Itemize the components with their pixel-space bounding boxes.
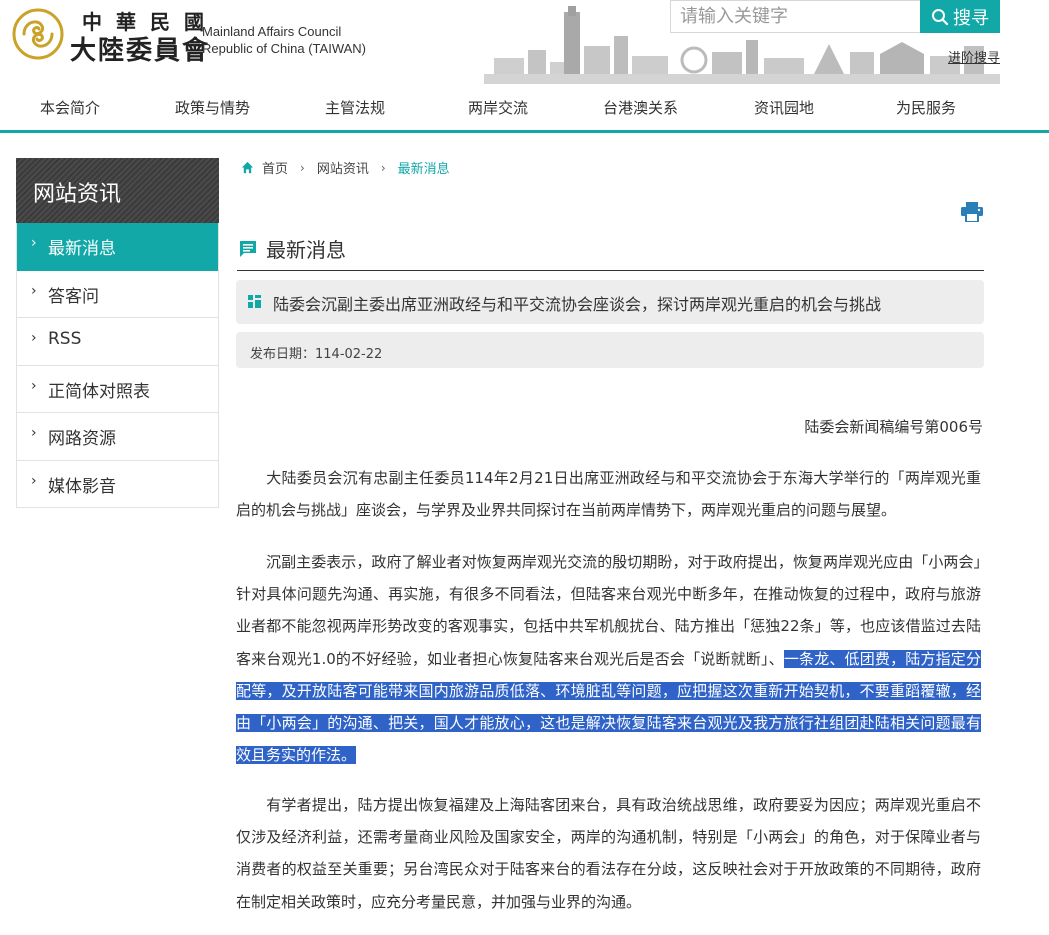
sidebar: 网站资讯 › 最新消息 › 答客问 › RSS › 正简体对照表 › 网路资源 … — [16, 158, 219, 508]
sidebar-item-character-table[interactable]: › 正简体对照表 — [17, 365, 218, 413]
sidebar-item-rss[interactable]: › RSS — [17, 318, 218, 366]
council-emblem-icon — [12, 8, 64, 60]
chevron-right-icon: › — [31, 472, 37, 489]
nav-divider — [0, 130, 1049, 133]
sidebar-item-faq[interactable]: › 答客问 — [17, 270, 218, 318]
page-title-text: 最新消息 — [266, 238, 346, 262]
chevron-right-icon: › — [31, 377, 37, 394]
site-logo[interactable]: 中華民國 大陸委員會 Mainland Affairs Council Repu… — [10, 4, 390, 66]
article-paragraph-1: 大陆委员会沉有忠副主任委员114年2月21日出席亚洲政经与和平交流协会于东海大学… — [236, 462, 981, 526]
chevron-right-icon: › — [31, 282, 37, 299]
breadcrumb: 首页 › 网站资讯 › 最新消息 — [241, 158, 450, 177]
grid-icon — [248, 295, 261, 308]
article-headline: 陆委会沉副主委出席亚洲政经与和平交流协会座谈会，探讨两岸观光重启的机会与挑战 — [236, 280, 984, 324]
nav-item-exchanges[interactable]: 两岸交流 — [468, 97, 528, 118]
sidebar-item-label: 最新消息 — [48, 239, 116, 259]
logo-english-country: Republic of China (TAIWAN) — [202, 41, 366, 56]
logo-english-name: Mainland Affairs Council — [202, 24, 342, 39]
breadcrumb-separator: › — [300, 160, 305, 175]
main-navigation: 本会简介 政策与情势 主管法规 两岸交流 台港澳关系 资讯园地 为民服务 — [0, 83, 1049, 133]
nav-item-hk-macao[interactable]: 台港澳关系 — [603, 97, 678, 118]
sidebar-item-label: 网路资源 — [48, 429, 116, 449]
search-button[interactable]: 搜寻 — [920, 0, 1000, 33]
sidebar-item-label: 答客问 — [48, 286, 99, 307]
nav-item-regulations[interactable]: 主管法规 — [325, 97, 385, 118]
nav-item-about[interactable]: 本会简介 — [40, 97, 100, 118]
breadcrumb-level1[interactable]: 网站资讯 — [317, 158, 369, 177]
message-icon — [240, 240, 256, 257]
article-headline-text: 陆委会沉副主委出席亚洲政经与和平交流协会座谈会，探讨两岸观光重启的机会与挑战 — [273, 295, 882, 314]
sidebar-item-media[interactable]: › 媒体影音 — [17, 460, 218, 508]
breadcrumb-current[interactable]: 最新消息 — [398, 158, 450, 177]
sidebar-item-news[interactable]: › 最新消息 — [17, 223, 218, 271]
nav-item-services[interactable]: 为民服务 — [896, 97, 956, 118]
nav-item-info[interactable]: 资讯园地 — [754, 97, 814, 118]
article-paragraph-2: 沉副主委表示，政府了解业者对恢复两岸观光交流的殷切期盼，对于政府提出，恢复两岸观… — [236, 546, 981, 771]
search-bar: 搜寻 — [670, 0, 1000, 33]
breadcrumb-home[interactable]: 首页 — [262, 158, 288, 177]
logo-chinese-name: 大陸委員會 — [70, 36, 211, 66]
paragraph-text: 有学者提出，陆方提出恢复福建及上海陆客团来台，具有政治统战思维，政府要妥为因应；… — [236, 796, 981, 911]
sidebar-item-label: RSS — [48, 329, 82, 349]
paragraph-text: 大陆委员会沉有忠副主任委员114年2月21日出席亚洲政经与和平交流协会于东海大学… — [236, 469, 981, 520]
sidebar-item-label: 媒体影音 — [48, 476, 116, 497]
page-title: 最新消息 — [239, 234, 346, 263]
chevron-right-icon: › — [31, 425, 37, 441]
breadcrumb-separator: › — [380, 160, 386, 175]
chevron-right-icon: › — [31, 330, 37, 346]
title-divider — [237, 270, 984, 271]
chevron-right-icon: › — [31, 235, 37, 251]
search-button-label: 搜寻 — [953, 7, 989, 29]
home-icon — [241, 161, 254, 174]
nav-item-policy[interactable]: 政策与情势 — [175, 97, 250, 118]
press-release-number: 陆委会新闻稿编号第006号 — [804, 418, 983, 436]
search-input[interactable] — [671, 1, 921, 32]
print-icon[interactable] — [961, 202, 983, 222]
sidebar-title: 网站资讯 — [16, 158, 219, 223]
advanced-search-link[interactable]: 进阶搜寻 — [948, 47, 1000, 66]
search-icon — [932, 8, 949, 25]
article-paragraph-3: 有学者提出，陆方提出恢复福建及上海陆客团来台，具有政治统战思维，政府要妥为因应；… — [236, 789, 981, 918]
article-date: 发布日期：114-02-22 — [236, 332, 984, 368]
site-header: 中華民國 大陸委員會 Mainland Affairs Council Repu… — [0, 0, 1049, 133]
sidebar-item-web-resources[interactable]: › 网路资源 — [17, 413, 218, 461]
sidebar-item-label: 正简体对照表 — [48, 381, 150, 402]
